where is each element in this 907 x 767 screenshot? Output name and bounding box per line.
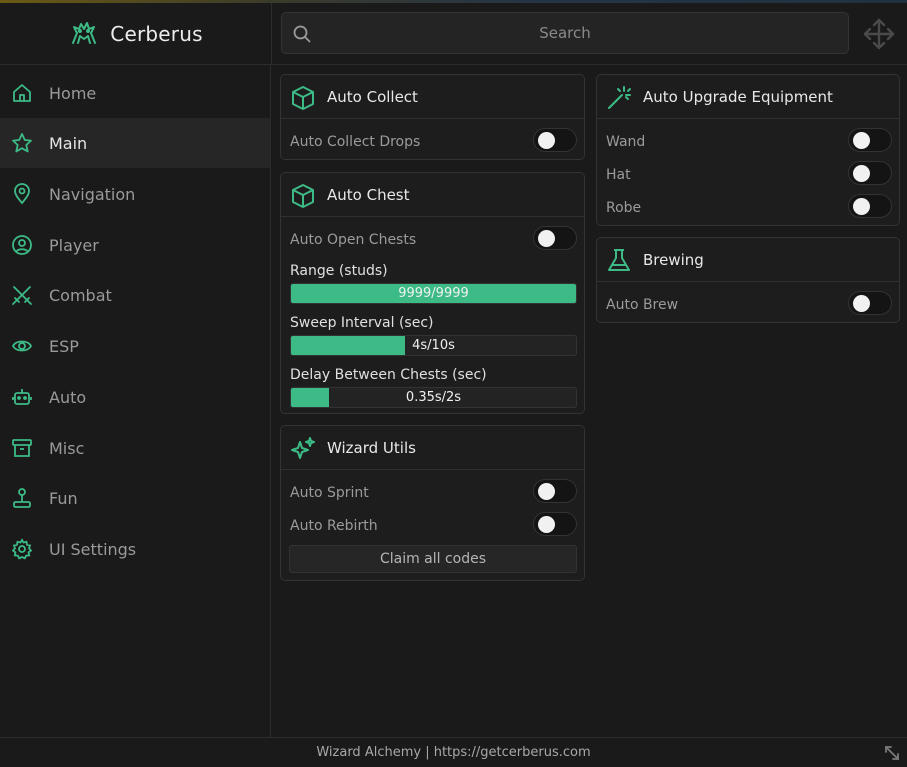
footer-text: Wizard Alchemy | https://getcerberus.com: [316, 745, 591, 760]
search-input[interactable]: [282, 13, 848, 53]
joystick-icon: [11, 487, 33, 509]
cube-icon: [290, 183, 316, 209]
robe-toggle[interactable]: [848, 194, 892, 218]
auto-chest-panel: Auto Chest Auto Open Chests Range (studs…: [280, 172, 585, 414]
map-pin-icon: [11, 183, 33, 205]
sidebar-item-label: Combat: [49, 285, 112, 305]
sidebar: Home Main Navigation Player Combat ESP A…: [0, 65, 271, 737]
sidebar-item-misc[interactable]: Misc: [0, 423, 270, 473]
toggle-knob: [853, 132, 870, 149]
auto-open-chests-toggle[interactable]: [533, 226, 577, 250]
sidebar-item-fun[interactable]: Fun: [0, 473, 270, 523]
toggle-knob: [853, 165, 870, 182]
robot-icon: [11, 386, 33, 408]
panel-header: Wizard Utils: [281, 426, 584, 470]
archive-icon: [11, 437, 33, 459]
panel-title: Auto Collect: [327, 87, 418, 106]
wizard-utils-panel: Wizard Utils Auto Sprint Auto Rebirth Cl…: [280, 425, 585, 581]
brand-header: Cerberus: [0, 3, 271, 65]
wand-toggle[interactable]: [848, 128, 892, 152]
flask-icon: [606, 248, 632, 274]
hat-toggle[interactable]: [848, 161, 892, 185]
magic-wand-icon: [606, 85, 632, 111]
hat-label: Hat: [606, 167, 631, 183]
toggle-knob: [538, 483, 555, 500]
sidebar-item-label: Misc: [49, 438, 85, 458]
panel-header: Brewing: [597, 238, 899, 282]
sidebar-item-combat[interactable]: Combat: [0, 270, 270, 320]
range-slider[interactable]: 9999/9999: [290, 283, 577, 304]
brewing-panel: Brewing Auto Brew: [596, 237, 900, 323]
toggle-knob: [538, 132, 555, 149]
sidebar-item-label: UI Settings: [49, 539, 137, 559]
sidebar-item-label: Main: [49, 133, 88, 153]
auto-sprint-toggle[interactable]: [533, 479, 577, 503]
auto-open-chests-label: Auto Open Chests: [290, 232, 417, 248]
claim-all-codes-button[interactable]: Claim all codes: [289, 545, 577, 573]
sweep-interval-slider[interactable]: 4s/10s: [290, 335, 577, 356]
cerberus-window: Cerberus Home: [0, 3, 907, 767]
sidebar-item-label: Navigation: [49, 184, 136, 204]
toggle-knob: [853, 198, 870, 215]
panel-header: Auto Chest: [281, 173, 584, 217]
toggle-knob: [538, 230, 555, 247]
auto-upgrade-equipment-panel: Auto Upgrade Equipment Wand Hat Robe: [596, 74, 900, 226]
sidebar-item-navigation[interactable]: Navigation: [0, 169, 270, 219]
eye-icon: [11, 335, 33, 357]
home-icon: [11, 82, 33, 104]
toggle-knob: [538, 516, 555, 533]
auto-collect-drops-label: Auto Collect Drops: [290, 134, 421, 150]
move-icon[interactable]: [862, 17, 896, 51]
panel-title: Auto Chest: [327, 185, 410, 204]
panel-title: Wizard Utils: [327, 438, 416, 457]
search-box[interactable]: [281, 12, 849, 54]
panel-header: Auto Upgrade Equipment: [597, 75, 899, 119]
star-icon: [11, 132, 33, 154]
delay-between-chests-slider[interactable]: 0.35s/2s: [290, 387, 577, 408]
panel-header: Auto Collect: [281, 75, 584, 119]
sidebar-item-player[interactable]: Player: [0, 220, 270, 270]
sweep-interval-slider-label: Sweep Interval (sec): [290, 315, 434, 331]
sidebar-item-label: ESP: [49, 336, 79, 356]
search-icon: [292, 24, 312, 44]
swords-icon: [11, 284, 33, 306]
wand-label: Wand: [606, 134, 646, 150]
header-toolbar: [271, 3, 907, 65]
footer-bar: Wizard Alchemy | https://getcerberus.com: [0, 737, 907, 767]
sidebar-item-auto[interactable]: Auto: [0, 372, 270, 422]
sidebar-item-ui-settings[interactable]: UI Settings: [0, 524, 270, 574]
sidebar-item-label: Fun: [49, 488, 78, 508]
user-circle-icon: [11, 234, 33, 256]
slider-value: 9999/9999: [398, 286, 469, 301]
sparkles-icon: [290, 436, 316, 462]
cube-icon: [290, 85, 316, 111]
panel-title: Brewing: [643, 250, 704, 269]
range-slider-label: Range (studs): [290, 263, 388, 279]
panel-title: Auto Upgrade Equipment: [643, 87, 833, 106]
slider-value: 4s/10s: [412, 338, 455, 353]
delay-between-chests-slider-label: Delay Between Chests (sec): [290, 367, 487, 383]
robe-label: Robe: [606, 200, 642, 216]
toggle-knob: [853, 295, 870, 312]
auto-rebirth-label: Auto Rebirth: [290, 518, 378, 534]
auto-brew-toggle[interactable]: [848, 291, 892, 315]
sidebar-item-label: Home: [49, 83, 97, 103]
slider-value: 0.35s/2s: [405, 390, 462, 405]
sidebar-item-label: Auto: [49, 387, 87, 407]
sidebar-item-main[interactable]: Main: [0, 118, 270, 168]
auto-collect-panel: Auto Collect Auto Collect Drops: [280, 74, 585, 160]
gear-icon: [11, 538, 33, 560]
sidebar-item-home[interactable]: Home: [0, 68, 270, 118]
resize-icon[interactable]: [883, 744, 901, 762]
sidebar-item-esp[interactable]: ESP: [0, 321, 270, 371]
app-title: Cerberus: [110, 21, 203, 46]
cerberus-logo-icon: [68, 18, 100, 50]
auto-collect-drops-toggle[interactable]: [533, 128, 577, 152]
sidebar-item-label: Player: [49, 235, 99, 255]
auto-sprint-label: Auto Sprint: [290, 485, 369, 501]
auto-rebirth-toggle[interactable]: [533, 512, 577, 536]
auto-brew-label: Auto Brew: [606, 297, 679, 313]
